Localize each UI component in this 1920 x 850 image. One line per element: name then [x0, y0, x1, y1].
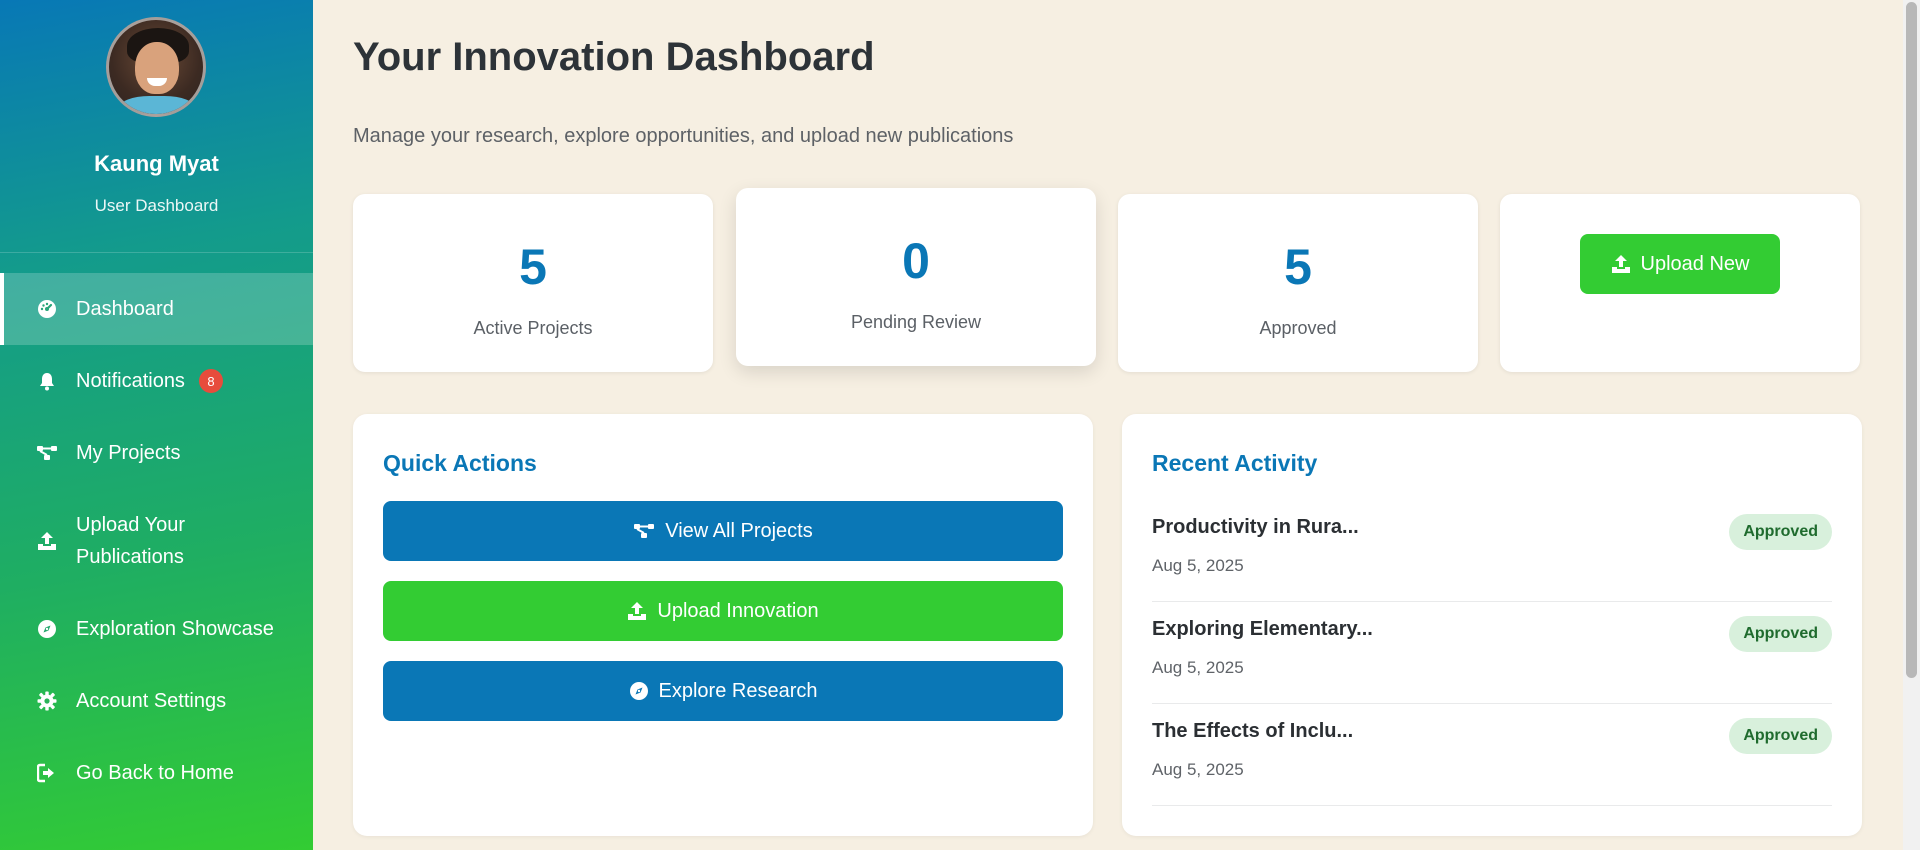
sidebar-divider — [0, 252, 313, 253]
sidebar-item-notifications[interactable]: Notifications 8 — [0, 345, 313, 417]
stat-label: Active Projects — [473, 318, 593, 338]
activity-title: Exploring Elementary... — [1152, 618, 1373, 640]
stat-card-active-projects: 5 Active Projects — [353, 194, 713, 372]
stat-value: 5 — [1284, 239, 1312, 295]
profile-role: User Dashboard — [94, 196, 219, 215]
activity-item[interactable]: Exploring Elementary... Aug 5, 2025 Appr… — [1152, 602, 1832, 704]
activity-title: Productivity in Rura... — [1152, 516, 1359, 538]
sidebar-item-label: Notifications — [76, 370, 185, 392]
activity-date: Aug 5, 2025 — [1152, 658, 1244, 677]
project-diagram-icon — [634, 524, 655, 538]
avatar — [106, 17, 206, 117]
sidebar-item-dashboard[interactable]: Dashboard — [0, 273, 313, 345]
quick-actions-panel: Quick Actions View All Projects Upload I… — [353, 414, 1093, 836]
sidebar-item-exploration-showcase[interactable]: Exploration Showcase — [0, 593, 313, 665]
sidebar-item-label: Exploration Showcase — [76, 618, 274, 640]
sidebar-item-label: My Projects — [76, 442, 181, 464]
activity-date: Aug 5, 2025 — [1152, 760, 1244, 779]
status-badge: Approved — [1729, 514, 1832, 550]
page-title: Your Innovation Dashboard — [353, 35, 875, 79]
scrollbar-thumb[interactable] — [1906, 2, 1917, 678]
button-label: Upload Innovation — [657, 599, 819, 622]
activity-title: The Effects of Inclu... — [1152, 720, 1354, 742]
sidebar: Kaung Myat User Dashboard Dashboard Noti… — [0, 0, 313, 850]
upload-icon — [1611, 255, 1630, 273]
bell-icon — [36, 370, 58, 392]
stat-value: 0 — [902, 233, 930, 289]
recent-activity-title: Recent Activity — [1152, 450, 1318, 476]
sidebar-item-label: Go Back to Home — [76, 762, 234, 784]
activity-item[interactable]: Productivity in Rura... Aug 5, 2025 Appr… — [1152, 500, 1832, 602]
stat-label: Approved — [1259, 318, 1337, 338]
upload-new-button[interactable]: Upload New — [1580, 234, 1780, 294]
sidebar-item-label: Upload Your Publications — [76, 514, 185, 568]
stat-value: 5 — [519, 239, 547, 295]
upload-card: Upload New — [1500, 194, 1860, 372]
upload-icon — [628, 602, 647, 620]
sidebar-item-upload-publications[interactable]: Upload Your Publications — [0, 489, 313, 593]
sidebar-item-go-home[interactable]: Go Back to Home — [0, 737, 313, 809]
sign-out-icon — [36, 762, 58, 784]
gear-icon — [36, 690, 58, 712]
sidebar-item-label: Dashboard — [76, 298, 174, 320]
stat-label: Pending Review — [850, 312, 982, 332]
upload-icon — [36, 530, 58, 552]
stat-card-approved: 5 Approved — [1118, 194, 1478, 372]
sidebar-item-label: Account Settings — [76, 690, 227, 712]
notification-count-badge: 8 — [198, 369, 223, 393]
page-subtitle: Manage your research, explore opportunit… — [353, 125, 1014, 147]
status-badge: Approved — [1729, 718, 1832, 754]
upload-new-label: Upload New — [1640, 252, 1750, 275]
recent-activity-panel: Recent Activity Productivity in Rura... … — [1122, 414, 1862, 836]
activity-item[interactable]: The Effects of Inclu... Aug 5, 2025 Appr… — [1152, 704, 1832, 806]
view-all-projects-button[interactable]: View All Projects — [383, 501, 1063, 561]
activity-date: Aug 5, 2025 — [1152, 556, 1244, 575]
status-badge: Approved — [1729, 616, 1832, 652]
sidebar-item-my-projects[interactable]: My Projects — [0, 417, 313, 489]
button-label: View All Projects — [665, 519, 813, 542]
upload-innovation-button[interactable]: Upload Innovation — [383, 581, 1063, 641]
project-diagram-icon — [36, 442, 58, 464]
sidebar-item-account-settings[interactable]: Account Settings — [0, 665, 313, 737]
compass-icon — [629, 682, 648, 700]
quick-actions-title: Quick Actions — [383, 450, 537, 476]
explore-research-button[interactable]: Explore Research — [383, 661, 1063, 721]
button-label: Explore Research — [658, 679, 818, 702]
profile-name: Kaung Myat — [94, 151, 219, 176]
gauge-icon — [36, 298, 58, 320]
stat-card-pending-review: 0 Pending Review — [736, 188, 1096, 366]
compass-icon — [36, 618, 58, 640]
